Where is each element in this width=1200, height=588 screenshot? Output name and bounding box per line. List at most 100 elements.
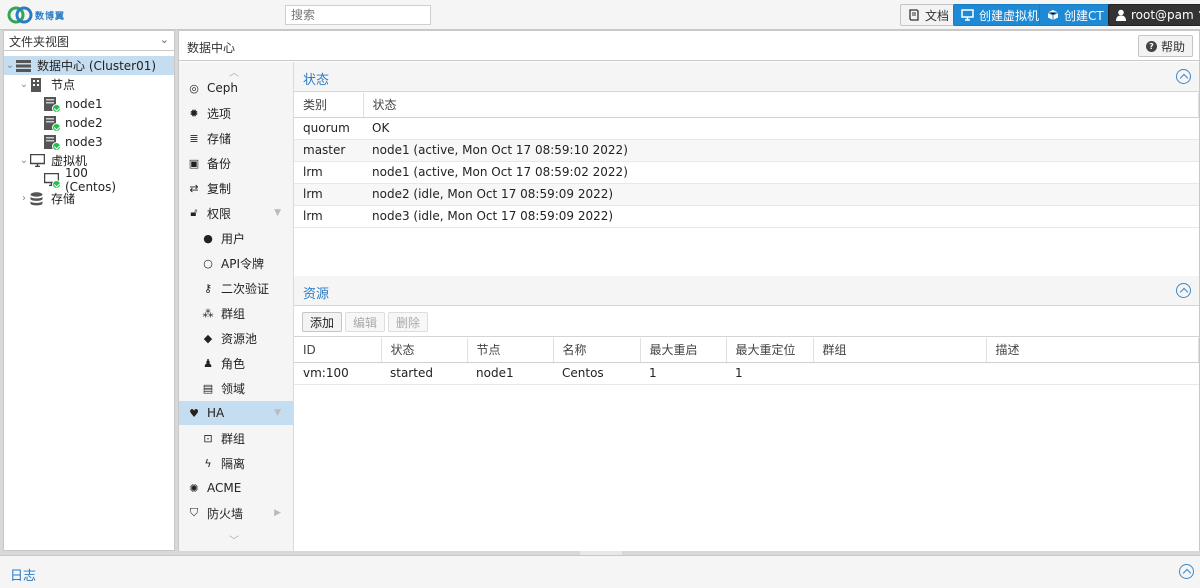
nav-item-ceph[interactable]: ◎ Ceph <box>179 76 293 100</box>
ha-content: 状态 类别 状态 quorum OK master node1 (active,… <box>294 62 1199 551</box>
vm-running-icon <box>43 172 61 189</box>
nav-item-label: 存储 <box>207 131 232 146</box>
table-cell: master <box>294 139 363 162</box>
caret-down-icon[interactable]: ▼ <box>274 408 281 418</box>
tree-item-label: 节点 <box>51 78 76 92</box>
nav-item-groups[interactable]: ⁂ 群组 <box>179 301 293 325</box>
nav-item-realms[interactable]: ▤ 领域 <box>179 376 293 400</box>
user-label: root@pam <box>1131 8 1194 22</box>
help-label: 帮助 <box>1160 39 1185 54</box>
help-button[interactable]: ? 帮助 <box>1137 35 1193 57</box>
create-vm-button[interactable]: 创建虚拟机 <box>953 4 1048 26</box>
nav-item-firewall[interactable]: ⛉ 防火墙 ▶ <box>179 501 293 525</box>
collapse-up-icon[interactable] <box>1176 283 1191 298</box>
view-selector[interactable]: 文件夹视图 ⌄ <box>4 31 174 51</box>
table-row[interactable]: vm:100 started node1 Centos 1 1 <box>294 362 1199 385</box>
nav-item-backup[interactable]: ▣ 备份 <box>179 151 293 175</box>
tree-item-node2[interactable]: node2 <box>4 113 134 132</box>
nav-item-users[interactable]: ● 用户 <box>179 226 293 250</box>
nav-item-options[interactable]: ✹ 选项 <box>179 101 293 125</box>
nav-item-api-tokens[interactable]: ○ API令牌 <box>179 251 293 275</box>
scroll-down-icon[interactable]: ﹀ <box>229 532 239 547</box>
cube-icon <box>1047 10 1059 20</box>
question-circle-icon: ? <box>1145 40 1157 52</box>
nav-item-ha-groups[interactable]: ⊡ 群组 <box>179 426 293 450</box>
column-header[interactable]: 节点 <box>467 338 554 363</box>
table-row[interactable]: lrm node3 (idle, Mon Oct 17 08:59:09 202… <box>294 205 1199 228</box>
table-cell: node1 (active, Mon Oct 17 08:59:02 2022) <box>363 161 1199 184</box>
column-header[interactable]: 名称 <box>553 338 641 363</box>
user-icon <box>1116 9 1126 21</box>
nav-item-label: 群组 <box>221 431 246 446</box>
table-row[interactable]: lrm node2 (idle, Mon Oct 17 08:59:09 202… <box>294 183 1199 206</box>
column-header[interactable]: 状态 <box>363 93 1199 118</box>
nav-item-permissions[interactable]: 🔓︎ 权限 ▼ <box>179 201 293 225</box>
column-header[interactable]: 群组 <box>813 338 987 363</box>
resources-section-title: 资源 <box>303 287 330 302</box>
table-cell: node2 (idle, Mon Oct 17 08:59:09 2022) <box>363 183 1199 206</box>
table-row[interactable]: master node1 (active, Mon Oct 17 08:59:1… <box>294 139 1199 162</box>
database-icon <box>30 191 45 206</box>
bolt-icon: ϟ <box>204 456 212 470</box>
tree-item-vm-100[interactable]: 100 (Centos) <box>4 166 134 194</box>
desktop-icon <box>29 153 46 168</box>
column-header[interactable]: 描述 <box>986 338 1199 363</box>
top-header: 数博翼 文档 创建虚拟机 创建CT root@pam ▼ <box>0 0 1200 30</box>
nav-item-label: 选项 <box>207 106 232 121</box>
docs-button[interactable]: 文档 <box>900 4 958 26</box>
add-button[interactable]: 添加 <box>302 312 343 332</box>
tree-item-node1[interactable]: node1 <box>4 94 134 113</box>
floppy-icon: ▣ <box>188 156 200 170</box>
chevron-down-icon: ⌄ <box>159 33 169 46</box>
create-vm-label: 创建虚拟机 <box>979 8 1040 23</box>
logo[interactable]: 数博翼 <box>7 4 69 26</box>
column-header[interactable]: 最大重启 <box>640 338 727 363</box>
table-cell: node1 (active, Mon Oct 17 08:59:10 2022) <box>363 139 1199 162</box>
column-header[interactable]: ID <box>294 338 382 363</box>
nav-item-ha[interactable]: ♥ HA ▼ <box>179 401 293 425</box>
collapse-toggle-icon[interactable]: ⌄ <box>18 79 30 90</box>
user-menu-button[interactable]: root@pam ▼ <box>1108 4 1200 26</box>
logo-text: 数博翼 <box>35 11 66 22</box>
search-input[interactable] <box>285 5 431 25</box>
nav-item-pools[interactable]: ◆ 资源池 <box>179 326 293 350</box>
nav-item-label: 二次验证 <box>221 281 270 296</box>
nav-item-label: 防火墙 <box>207 506 244 521</box>
nav-item-storage[interactable]: ≣ 存储 <box>179 126 293 150</box>
create-ct-button[interactable]: 创建CT <box>1039 4 1112 26</box>
table-cell: node1 <box>467 362 553 385</box>
nav-item-fencing[interactable]: ϟ 隔离 <box>179 451 293 475</box>
collapse-toggle-icon[interactable]: ⌄ <box>4 60 16 71</box>
nav-item-label: 角色 <box>221 356 246 371</box>
collapse-up-icon[interactable] <box>1176 69 1191 84</box>
caret-down-icon[interactable]: ▼ <box>274 208 281 218</box>
collapse-toggle-icon[interactable]: ⌄ <box>18 155 30 166</box>
table-row[interactable]: lrm node1 (active, Mon Oct 17 08:59:02 2… <box>294 161 1199 184</box>
nav-item-label: 备份 <box>207 156 232 171</box>
table-cell <box>986 362 1199 385</box>
view-selector-value: 文件夹视图 <box>9 35 70 49</box>
column-header[interactable]: 最大重定位 <box>726 338 814 363</box>
nav-item-acme[interactable]: ✺ ACME <box>179 476 293 500</box>
table-cell <box>813 362 986 385</box>
collapse-up-icon[interactable] <box>1179 564 1194 579</box>
tree-item-nodes[interactable]: ⌄ 节点 <box>4 75 160 94</box>
nav-item-two-factor[interactable]: ⚷ 二次验证 <box>179 276 293 300</box>
column-header[interactable]: 类别 <box>294 93 364 118</box>
database-icon: ≣ <box>189 131 199 145</box>
tree-item-datacenter[interactable]: ⌄ 数据中心 (Cluster01) <box>4 56 174 75</box>
table-row[interactable]: quorum OK <box>294 117 1199 140</box>
retweet-icon: ⇄ <box>189 181 199 195</box>
delete-button[interactable]: 删除 <box>388 312 429 332</box>
table-cell: quorum <box>294 117 363 140</box>
expand-toggle-icon[interactable]: › <box>18 193 30 204</box>
tree-item-node3[interactable]: node3 <box>4 132 134 151</box>
nav-item-replication[interactable]: ⇄ 复制 <box>179 176 293 200</box>
edit-button[interactable]: 编辑 <box>345 312 386 332</box>
table-cell: 1 <box>640 362 726 385</box>
nav-item-roles[interactable]: ♟ 角色 <box>179 351 293 375</box>
column-header[interactable]: 状态 <box>381 338 468 363</box>
docs-label: 文档 <box>925 8 950 23</box>
tree-item-storage[interactable]: › 存储 <box>4 189 160 208</box>
caret-right-icon[interactable]: ▶ <box>274 508 281 518</box>
